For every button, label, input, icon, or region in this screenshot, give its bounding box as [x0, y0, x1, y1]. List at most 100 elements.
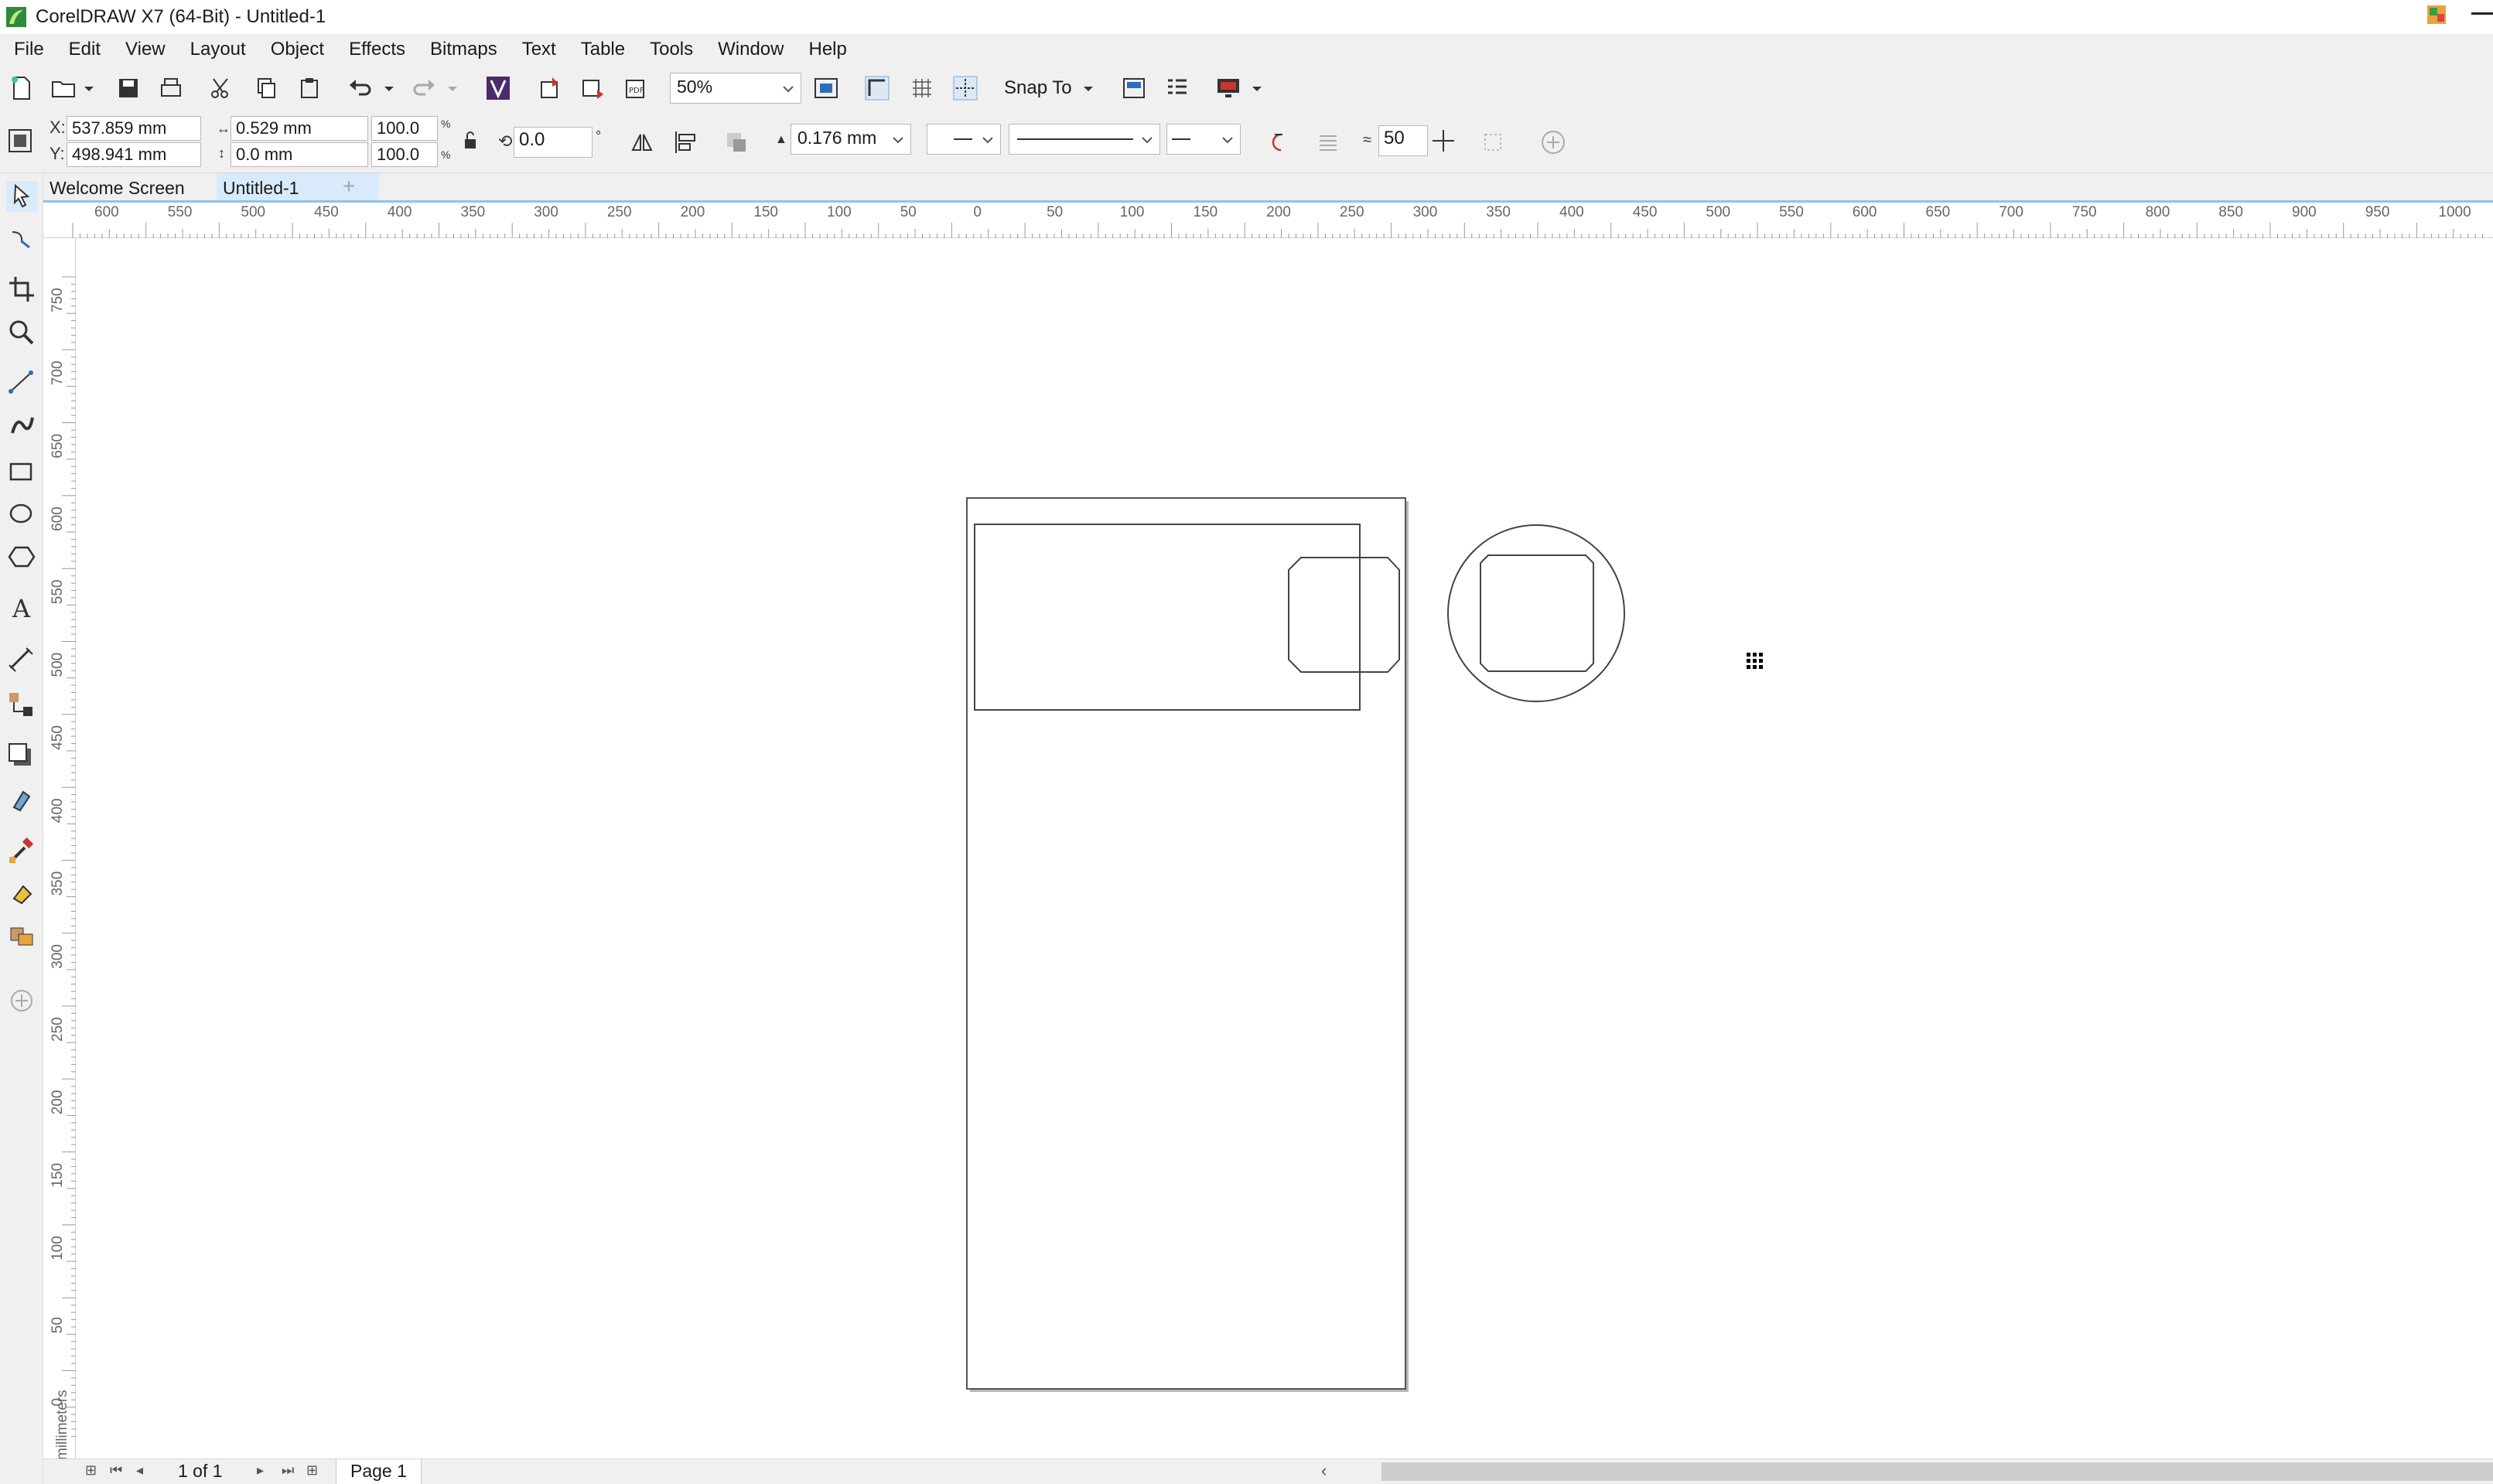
redo-dropdown-icon[interactable]	[447, 85, 458, 93]
save-icon[interactable]	[114, 74, 142, 102]
export-icon[interactable]	[579, 74, 606, 102]
show-rulers-icon[interactable]	[863, 74, 891, 102]
drop-shadow-tool-icon[interactable]	[6, 741, 37, 772]
quick-customize-icon[interactable]	[1539, 128, 1567, 156]
menu-help[interactable]: Help	[802, 39, 865, 60]
octagon-in-circle-shape[interactable]	[1480, 554, 1594, 672]
connector-tool-icon[interactable]	[6, 690, 37, 721]
add-tab-icon[interactable]: +	[337, 176, 360, 198]
scroll-left-icon[interactable]: ‹	[1321, 1461, 1327, 1481]
rectangle-tool-icon[interactable]	[6, 456, 37, 487]
new-document-icon[interactable]	[8, 74, 36, 102]
transparency-tool-icon[interactable]	[6, 784, 37, 815]
vertical-ruler[interactable]: 750 700 650 600 550 500 450 400 350 300 250 200 150 1…	[43, 238, 76, 1462]
color-eyedropper-tool-icon[interactable]	[6, 835, 37, 866]
extract-subpath-icon[interactable]	[1479, 128, 1507, 156]
undo-icon[interactable]	[347, 74, 374, 102]
show-grid-icon[interactable]	[908, 74, 936, 102]
print-icon[interactable]	[157, 74, 185, 102]
page-prev-add-icon[interactable]: ⊞	[85, 1462, 97, 1479]
close-curve-icon[interactable]	[1315, 128, 1343, 156]
scale-y-field[interactable]: 100.0	[371, 142, 438, 167]
menu-edit[interactable]: Edit	[63, 39, 119, 60]
app-badge-icon[interactable]	[2426, 5, 2447, 25]
menu-layout[interactable]: Layout	[184, 39, 265, 60]
snap-to-label[interactable]: Snap To	[1004, 77, 1072, 99]
page-tab[interactable]: Page 1	[336, 1459, 422, 1484]
workspace-dropdown-icon[interactable]	[1252, 85, 1262, 93]
open-folder-icon[interactable]	[50, 74, 77, 102]
menu-effects[interactable]: Effects	[343, 39, 424, 60]
workspace-icon[interactable]	[1214, 74, 1242, 102]
outline-width-dropdown[interactable]: 0.176 mm	[791, 124, 911, 155]
first-page-icon[interactable]: ⏮	[110, 1462, 122, 1479]
menu-window[interactable]: Window	[712, 39, 802, 60]
undo-dropdown-icon[interactable]	[384, 85, 394, 93]
previous-page-icon[interactable]: ◂	[136, 1462, 143, 1479]
import-icon[interactable]	[535, 74, 563, 102]
tab-welcome-screen[interactable]: Welcome Screen	[43, 173, 191, 200]
page-next-add-icon[interactable]: ⊞	[306, 1462, 318, 1479]
drawing-canvas[interactable]	[76, 238, 2493, 1462]
height-field[interactable]: 0.0 mm	[231, 142, 368, 167]
cut-icon[interactable]	[207, 74, 235, 102]
paste-icon[interactable]	[295, 74, 323, 102]
align-distribute-icon[interactable]	[671, 128, 699, 156]
text-tool-icon[interactable]: A	[6, 592, 37, 623]
horizontal-scrollbar[interactable]	[1381, 1462, 2493, 1481]
last-page-icon[interactable]: ⏭	[282, 1462, 294, 1479]
zoom-level-dropdown[interactable]: 50%	[670, 73, 801, 104]
zoom-tool-icon[interactable]	[6, 317, 37, 348]
lock-ratio-icon[interactable]	[461, 128, 480, 152]
line-style-dropdown[interactable]	[1009, 124, 1160, 155]
smoothing-field[interactable]: 50	[1378, 125, 1428, 156]
freehand-tool-icon[interactable]	[6, 367, 37, 397]
end-arrowhead-dropdown[interactable]	[1166, 124, 1241, 155]
artistic-media-tool-icon[interactable]	[6, 410, 37, 441]
menu-table[interactable]: Table	[575, 39, 644, 60]
y-position-field[interactable]: 498.941 mm	[67, 142, 201, 167]
menu-bitmaps[interactable]: Bitmaps	[424, 39, 516, 60]
copy-icon[interactable]	[252, 74, 280, 102]
horizontal-ruler[interactable]: 600 550 500 450 400 350 300 250 200 150 100 50 0 50 10…	[43, 203, 2493, 238]
redo-icon[interactable]	[410, 74, 438, 102]
ruler-tick-label: 600	[50, 507, 66, 531]
scale-y-value: 100.0	[377, 145, 420, 164]
wrap-text-icon[interactable]	[722, 128, 750, 156]
width-field[interactable]: 0.529 mm	[231, 116, 368, 141]
add-tool-icon[interactable]	[6, 985, 37, 1016]
angle-field[interactable]: 0.0	[514, 127, 593, 158]
interactive-fill-tool-icon[interactable]	[6, 878, 37, 909]
next-page-icon[interactable]: ▸	[257, 1462, 264, 1479]
ruler-tick-label: 150	[50, 1163, 66, 1188]
pick-tool-icon[interactable]	[6, 181, 37, 212]
menu-view[interactable]: View	[119, 39, 184, 60]
document-page[interactable]	[966, 497, 1406, 1390]
reverse-direction-icon[interactable]	[1264, 128, 1292, 156]
full-screen-preview-icon[interactable]	[812, 74, 840, 102]
ellipse-tool-icon[interactable]	[6, 498, 37, 529]
minimize-button[interactable]	[2471, 12, 2493, 15]
application-launcher-icon[interactable]	[1163, 74, 1191, 102]
shape-tool-icon[interactable]	[6, 224, 37, 255]
smoothing-slider-icon[interactable]	[1429, 127, 1457, 155]
open-dropdown-icon[interactable]	[84, 85, 94, 93]
smart-fill-tool-icon[interactable]	[6, 920, 37, 951]
options-icon[interactable]	[1120, 74, 1148, 102]
mirror-horizontal-icon[interactable]	[628, 128, 656, 156]
circle-shape[interactable]	[1447, 524, 1625, 702]
publish-pdf-icon[interactable]: PDF	[622, 74, 650, 102]
menu-text[interactable]: Text	[516, 39, 575, 60]
show-guidelines-icon[interactable]	[951, 74, 979, 102]
x-position-field[interactable]: 537.859 mm	[67, 116, 201, 141]
scale-x-field[interactable]: 100.0	[371, 116, 438, 141]
search-content-icon[interactable]	[484, 74, 512, 102]
crop-tool-icon[interactable]	[6, 274, 37, 305]
dimension-tool-icon[interactable]	[6, 645, 37, 676]
menu-object[interactable]: Object	[265, 39, 343, 60]
menu-file[interactable]: File	[8, 39, 63, 60]
snap-to-dropdown-icon[interactable]	[1083, 85, 1094, 93]
start-arrowhead-dropdown[interactable]	[927, 124, 1001, 155]
polygon-tool-icon[interactable]	[6, 541, 37, 572]
menu-tools[interactable]: Tools	[644, 39, 712, 60]
